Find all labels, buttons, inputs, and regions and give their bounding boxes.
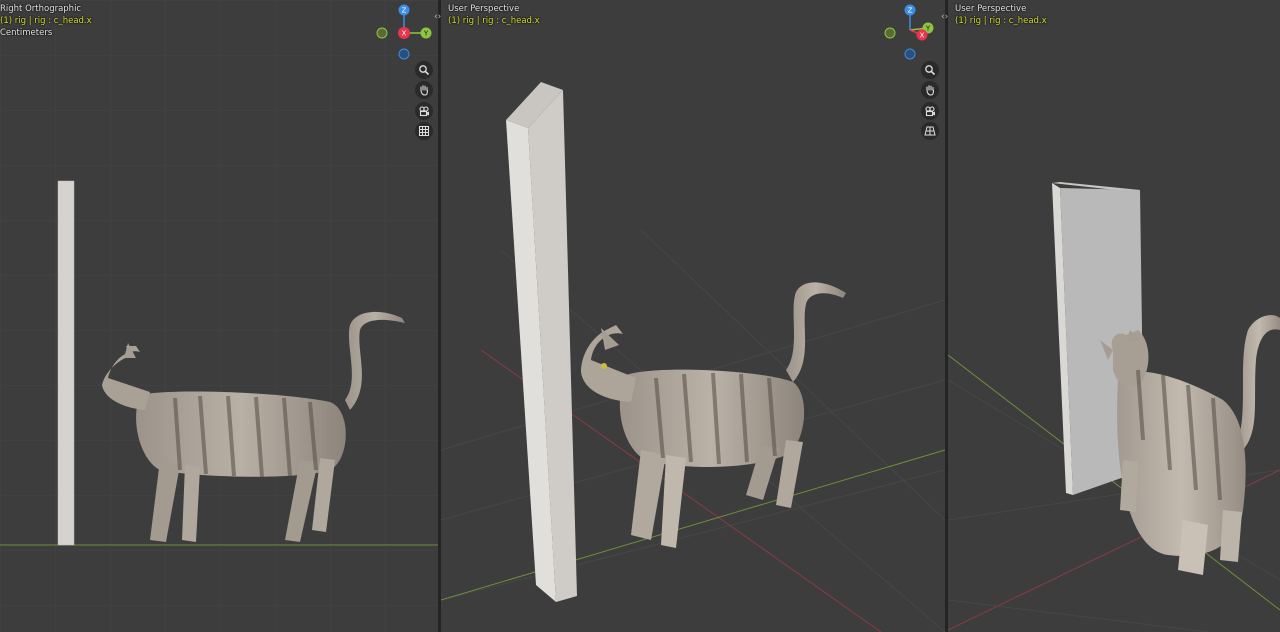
zoom-button[interactable] bbox=[921, 61, 939, 79]
active-object-label: (1) rig | rig : c_head.x bbox=[0, 16, 92, 26]
view-name-label: User Perspective bbox=[955, 4, 1027, 14]
hand-pan-icon bbox=[420, 85, 429, 96]
active-object-label: (1) rig | rig : c_head.x bbox=[448, 16, 540, 26]
gizmo-neg-y-axis[interactable] bbox=[376, 27, 388, 39]
units-label: Centimeters bbox=[0, 28, 53, 38]
view-name-label: User Perspective bbox=[448, 4, 520, 14]
gizmo-z-label: Z bbox=[908, 7, 913, 15]
toggle-projection-button[interactable] bbox=[415, 122, 433, 140]
active-object-label: (1) rig | rig : c_head.x bbox=[955, 16, 1047, 26]
view-name-label: Right Orthographic bbox=[0, 4, 82, 14]
grid-icon bbox=[419, 126, 429, 136]
zoom-icon bbox=[419, 65, 430, 76]
camera-icon bbox=[925, 106, 935, 117]
toggle-projection-button[interactable] bbox=[921, 122, 939, 140]
scene-canvas[interactable] bbox=[441, 0, 945, 632]
gizmo-z-label: Z bbox=[402, 7, 407, 15]
viewport-user-perspective-1[interactable]: User Perspective (1) rig | rig : c_head.… bbox=[441, 0, 945, 632]
zoom-icon bbox=[925, 65, 936, 76]
zoom-button[interactable] bbox=[415, 61, 433, 79]
gizmo-neg-z-axis[interactable] bbox=[398, 48, 410, 60]
scene-canvas[interactable] bbox=[948, 0, 1280, 632]
pan-button[interactable] bbox=[921, 81, 939, 99]
gizmo-neg-y-axis[interactable] bbox=[884, 27, 896, 39]
navigation-gizmo[interactable]: Z Y X bbox=[884, 2, 940, 60]
gizmo-x-label: X bbox=[402, 30, 407, 38]
hand-pan-icon bbox=[926, 85, 935, 96]
viewport-header-info: Right Orthographic (1) rig | rig : c_hea… bbox=[0, 3, 92, 39]
wall-slab bbox=[506, 82, 577, 602]
camera-icon bbox=[419, 106, 429, 117]
perspective-grid-icon bbox=[924, 126, 936, 136]
camera-view-button[interactable] bbox=[415, 102, 433, 120]
wall-slab bbox=[57, 180, 75, 546]
viewport-right-orthographic[interactable]: Right Orthographic (1) rig | rig : c_hea… bbox=[0, 0, 438, 632]
viewport-header-info: User Perspective (1) rig | rig : c_head.… bbox=[955, 3, 1047, 27]
viewport-header-info: User Perspective (1) rig | rig : c_head.… bbox=[448, 3, 540, 27]
camera-view-button[interactable] bbox=[921, 102, 939, 120]
scene-canvas[interactable] bbox=[0, 0, 438, 632]
viewport-user-perspective-2[interactable]: User Perspective (1) rig | rig : c_head.… bbox=[948, 0, 1280, 632]
y-axis-line bbox=[441, 449, 945, 601]
navigation-gizmo[interactable]: Z Y X bbox=[376, 2, 432, 60]
pan-button[interactable] bbox=[415, 81, 433, 99]
gizmo-neg-z-axis[interactable] bbox=[904, 48, 916, 60]
cat-model bbox=[1100, 315, 1280, 575]
gizmo-y-label: Y bbox=[423, 30, 429, 38]
gizmo-x-label: X bbox=[920, 32, 925, 40]
cat-model bbox=[581, 282, 846, 548]
